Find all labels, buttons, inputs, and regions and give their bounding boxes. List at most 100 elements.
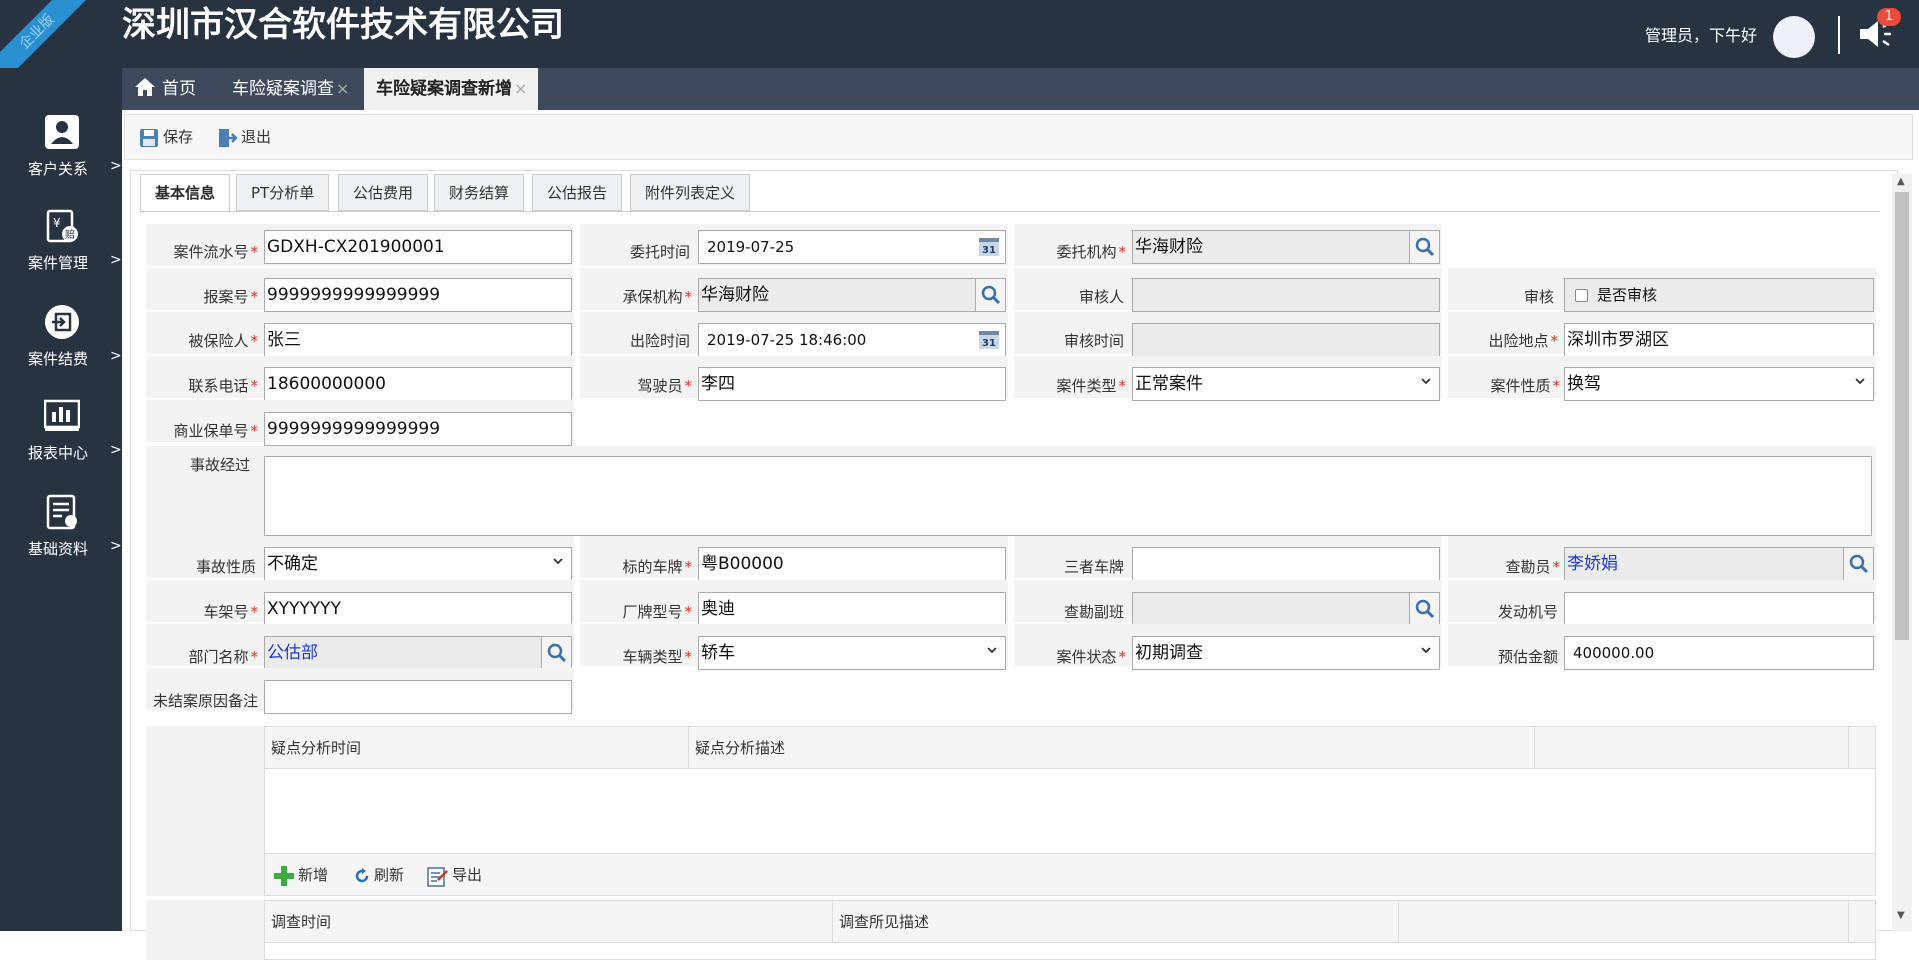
add-button[interactable]: 新增 — [273, 864, 328, 887]
sidebar-item-label: 案件结费 — [28, 350, 89, 368]
checkbox[interactable] — [1575, 289, 1588, 302]
review-checkbox-field[interactable]: 是否审核 — [1564, 278, 1874, 312]
accident-desc-textarea[interactable] — [264, 456, 1872, 536]
close-icon[interactable]: × — [514, 79, 527, 98]
lookup-button[interactable] — [975, 279, 1005, 311]
sidebar-item-report[interactable]: 报表中心 > — [0, 398, 122, 488]
accident-place-field[interactable]: 深圳市罗湖区 — [1564, 323, 1874, 357]
calendar-icon[interactable]: 31 — [979, 238, 999, 256]
chevron-right-icon: > — [110, 538, 122, 554]
svg-text:31: 31 — [982, 338, 996, 349]
calendar-icon[interactable]: 31 — [979, 331, 999, 349]
case-status-select[interactable]: 初期调查 — [1132, 636, 1440, 670]
pending-note-field[interactable] — [264, 680, 572, 714]
review-time-field[interactable] — [1132, 323, 1440, 357]
tab-label: 车险疑案调查新增 — [376, 79, 512, 99]
grid-header: 调查时间 调查所见描述 — [265, 901, 1875, 943]
case-type-select[interactable]: 正常案件 — [1132, 367, 1440, 401]
scrollbar-thumb[interactable] — [1895, 192, 1909, 640]
chevron-down-icon — [987, 647, 997, 654]
subtab-fees[interactable]: 公估费用 — [338, 174, 429, 211]
engine-no-field[interactable] — [1564, 592, 1874, 626]
sidebar-item-basic[interactable]: 基础资料 > — [0, 494, 122, 584]
survey-shift-field[interactable] — [1132, 592, 1440, 626]
home-icon — [135, 78, 155, 96]
accident-nature-select[interactable]: 不确定 — [264, 547, 572, 581]
company-name: 深圳市汉合软件技术有限公司 — [122, 5, 564, 45]
scroll-up-icon[interactable]: ▲ — [1897, 176, 1905, 187]
estimate-field[interactable]: 400000.00 — [1564, 636, 1874, 670]
subtab-report[interactable]: 公估报告 — [532, 174, 623, 211]
vehicle-type-label: 车辆类型 * — [622, 648, 692, 666]
search-icon — [981, 285, 1001, 305]
edition-ribbon: 企业版 — [0, 0, 120, 68]
save-icon — [140, 128, 158, 147]
surveyor-field[interactable]: 李娇娟 — [1564, 547, 1874, 581]
report-no-label: 报案号 * — [203, 288, 258, 306]
surveyor-label: 查勘员 * — [1505, 558, 1560, 576]
entrust-org-field[interactable]: 华海财险 — [1132, 230, 1440, 264]
refresh-button[interactable]: 刷新 — [353, 864, 404, 886]
insurer-field[interactable]: 华海财险 — [698, 278, 1006, 312]
driver-field[interactable]: 李四 — [698, 367, 1006, 401]
subtab-attachments[interactable]: 附件列表定义 — [630, 174, 751, 211]
model-label: 厂牌型号 * — [622, 603, 692, 621]
exit-button[interactable]: 退出 — [217, 127, 271, 148]
subtab-finance[interactable]: 财务结算 — [434, 174, 525, 211]
sidebar-item-case[interactable]: ¥ 赔 案件管理 > — [0, 208, 122, 298]
entrust-org-label: 委托机构 * — [1056, 243, 1126, 261]
lookup-button[interactable] — [1409, 593, 1439, 625]
add-label: 新增 — [298, 866, 329, 884]
grid-column-header[interactable]: 疑点分析描述 — [689, 727, 1535, 769]
insured-field[interactable]: 张三 — [264, 323, 572, 357]
reviewer-field[interactable] — [1132, 278, 1440, 312]
case-no-field[interactable]: GDXH-CX201900001 — [264, 230, 572, 264]
save-label: 保存 — [163, 128, 194, 146]
case-nature-label: 案件性质 * — [1490, 377, 1560, 395]
entrust-time-field[interactable]: 2019-07-25 31 — [698, 230, 1006, 264]
vehicle-type-select[interactable]: 轿车 — [698, 636, 1006, 670]
sidebar-item-fee[interactable]: 案件结费 > — [0, 304, 122, 394]
grid-column-header[interactable]: 疑点分析时间 — [265, 727, 689, 769]
vin-label: 车架号 * — [203, 603, 258, 621]
export-button[interactable]: 导出 — [427, 864, 482, 887]
model-field[interactable]: 奥迪 — [698, 592, 1006, 626]
tab-case-survey-add[interactable]: 车险疑案调查新增 × — [364, 68, 538, 110]
accident-desc-label: 事故经过 — [190, 456, 251, 474]
grid-column-header[interactable]: 调查时间 — [265, 901, 833, 943]
grid-column-header[interactable]: 调查所见描述 — [833, 901, 1399, 943]
exit-label: 退出 — [241, 128, 272, 146]
reviewer-label: 审核人 — [1078, 288, 1124, 306]
dept-field[interactable]: 公估部 — [264, 636, 572, 670]
tab-home[interactable]: 首页 — [122, 68, 214, 110]
commercial-policy-field[interactable]: 9999999999999999 — [264, 412, 572, 446]
case-nature-select[interactable]: 换驾 — [1564, 367, 1874, 401]
sidebar-item-customer[interactable]: 客户关系 > — [0, 114, 122, 204]
lookup-button[interactable] — [1843, 548, 1873, 580]
avatar[interactable] — [1773, 16, 1815, 58]
report-no-field[interactable]: 9999999999999999 — [264, 278, 572, 312]
accident-time-field[interactable]: 2019-07-25 18:46:00 31 — [698, 323, 1006, 357]
chevron-down-icon — [1421, 378, 1431, 385]
subtab-pt-analysis[interactable]: PT分析单 — [236, 174, 330, 211]
close-icon[interactable]: × — [336, 79, 349, 98]
search-icon — [1849, 554, 1869, 574]
driver-label: 驾驶员 * — [637, 377, 692, 395]
review-label: 审核 — [1523, 288, 1554, 306]
subtab-basic-info[interactable]: 基本信息 — [140, 174, 231, 211]
estimate-label: 预估金额 — [1497, 648, 1558, 666]
third-plate-field[interactable] — [1132, 547, 1440, 581]
scroll-down-icon[interactable]: ▼ — [1897, 910, 1905, 921]
vin-field[interactable]: XYYYYYY — [264, 592, 572, 626]
lookup-button[interactable] — [541, 637, 571, 669]
tab-case-survey[interactable]: 车险疑案调查 × — [220, 68, 350, 110]
target-plate-field[interactable]: 粤B00000 — [698, 547, 1006, 581]
sidebar-item-label: 报表中心 — [28, 444, 89, 462]
phone-field[interactable]: 18600000000 — [264, 367, 572, 401]
save-button[interactable]: 保存 — [139, 127, 193, 148]
tab-label: 首页 — [162, 79, 196, 99]
commercial-policy-label: 商业保单号 * — [173, 422, 258, 440]
lookup-button[interactable] — [1409, 231, 1439, 263]
login-icon — [45, 305, 79, 339]
vertical-scrollbar[interactable]: ▲ ▼ — [1892, 174, 1912, 931]
